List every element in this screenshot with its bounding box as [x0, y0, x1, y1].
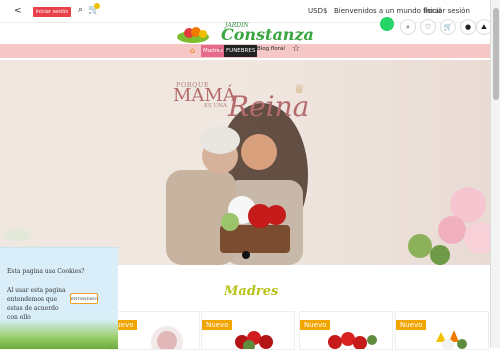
hero-es-una: ES UNA — [204, 103, 227, 109]
search-icon[interactable]: ⌕ — [78, 5, 83, 15]
favorites-icon[interactable]: ☆ — [292, 44, 300, 54]
share-button[interactable]: Iniciar sesión — [33, 7, 71, 17]
hero-banner[interactable]: PORQUE MAMÁ ES UNA Reina ♕ — [0, 60, 490, 265]
cookie-banner: Esta pagina usa Cookies? Al usar esta pa… — [0, 247, 118, 349]
language-selector[interactable]: < — [14, 6, 22, 16]
scrollbar-thumb[interactable] — [493, 8, 499, 100]
site-logo[interactable]: JARDIN Constanza — [175, 22, 325, 44]
product-image — [436, 330, 467, 349]
product-card[interactable]: Nuevo — [201, 311, 295, 350]
nav-item-blog[interactable]: Blog floral — [257, 46, 285, 52]
product-image — [328, 332, 377, 349]
user-icon[interactable]: ● — [460, 19, 476, 35]
flower-logo-icon — [177, 27, 209, 43]
new-badge: Nuevo — [300, 320, 331, 330]
currency-selector[interactable]: USD$ — [308, 7, 327, 15]
cookie-accept-button[interactable]: ENTENDIDO — [70, 293, 98, 304]
login-link[interactable]: Iniciar sesión — [424, 7, 470, 15]
product-image — [151, 326, 183, 349]
home-icon[interactable]: ⌂ — [190, 46, 195, 55]
main-nav: ⌂ Madres › FUNEBRES › Blog floral ☆ — [0, 44, 490, 58]
product-image — [235, 331, 273, 349]
cookie-message: Al usar esta pagina entendemos que estas… — [7, 287, 66, 321]
new-badge: Nuevo — [202, 320, 233, 330]
whatsapp-icon[interactable] — [380, 17, 394, 31]
product-card[interactable]: Nuevo — [395, 311, 489, 350]
chat-icon[interactable]: ♡ — [420, 19, 436, 35]
new-badge: Nuevo — [396, 320, 427, 330]
top-bar: < Iniciar sesión ⌕ 🛒 USD$ Bienvenidos a … — [0, 0, 490, 23]
cart-badge — [94, 3, 100, 9]
grass-decoration — [0, 319, 118, 349]
carousel-dot[interactable] — [242, 251, 250, 259]
logo-name: Constanza — [221, 25, 314, 44]
section-title: Madres — [224, 284, 279, 299]
site-header: JARDIN Constanza — [0, 22, 490, 44]
page-scrollbar[interactable] — [490, 0, 500, 348]
cart-icon[interactable]: 🛒 — [440, 19, 456, 35]
separator-icon: › — [250, 46, 253, 53]
separator-icon: › — [219, 46, 222, 53]
crown-icon: ♕ — [294, 82, 305, 96]
product-card[interactable]: Nuevo — [299, 311, 393, 350]
cookie-title: Esta pagina usa Cookies? — [7, 268, 85, 275]
product-card[interactable]: Nuevo — [106, 311, 200, 350]
search-icon[interactable]: ⌕ — [400, 19, 416, 35]
